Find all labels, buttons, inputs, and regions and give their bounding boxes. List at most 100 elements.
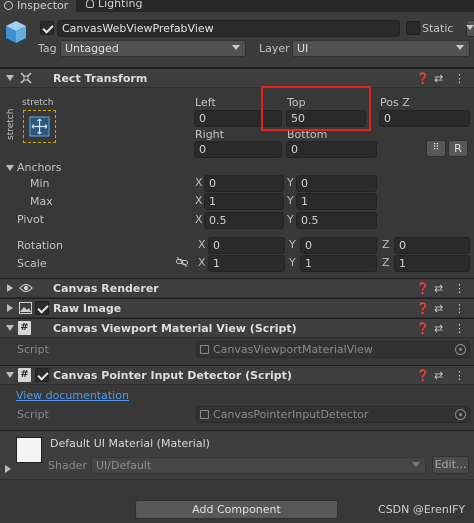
anchor-presets-button[interactable] bbox=[23, 110, 56, 143]
max-y-axis: Y bbox=[287, 194, 294, 207]
bulb-icon bbox=[86, 0, 94, 8]
foldout-open-icon[interactable] bbox=[6, 75, 14, 81]
scale-x-field[interactable]: 1 bbox=[208, 255, 285, 272]
foldout-open-icon[interactable] bbox=[6, 372, 14, 378]
canvas-renderer-title: Canvas Renderer bbox=[53, 282, 159, 295]
min-x-field[interactable]: 0 bbox=[204, 175, 284, 192]
pivot-y-axis: Y bbox=[287, 213, 294, 226]
preset-icon[interactable]: ⇄ bbox=[434, 322, 443, 336]
context-menu-icon[interactable]: ⋮ bbox=[454, 302, 465, 316]
pointer-script-value: CanvasPointerInputDetector bbox=[213, 408, 369, 421]
blueprint-mode-button[interactable]: ⠿ bbox=[426, 140, 446, 157]
max-y-field[interactable]: 1 bbox=[296, 193, 377, 210]
bottom-field[interactable]: 0 bbox=[286, 141, 377, 158]
material-foldout-icon[interactable] bbox=[5, 465, 11, 473]
pivot-y-field[interactable]: 0.5 bbox=[296, 212, 377, 229]
raw-edit-button[interactable]: R bbox=[448, 140, 468, 157]
foldout-closed-icon[interactable] bbox=[7, 304, 13, 312]
shader-dropdown[interactable]: UI/Default bbox=[91, 457, 426, 474]
add-component-button[interactable]: Add Component bbox=[135, 500, 338, 519]
edit-material-button[interactable]: Edit... bbox=[432, 456, 469, 474]
static-toggle[interactable] bbox=[406, 21, 420, 35]
canvas-renderer-header[interactable]: Canvas Renderer ❓ ⇄ ⋮ bbox=[0, 278, 474, 298]
rotation-x-field[interactable]: 0 bbox=[208, 237, 285, 254]
material-title: Default UI Material (Material) bbox=[50, 437, 210, 450]
viewport-script-field[interactable]: CanvasViewportMaterialView bbox=[196, 341, 470, 358]
help-icon[interactable]: ❓ bbox=[416, 282, 430, 296]
shader-label: Shader bbox=[48, 459, 87, 472]
foldout-open-icon[interactable] bbox=[6, 325, 14, 331]
right-field[interactable]: 0 bbox=[194, 141, 282, 158]
raw-image-enabled-toggle[interactable] bbox=[35, 301, 49, 315]
max-x-field[interactable]: 1 bbox=[204, 193, 284, 210]
preset-icon[interactable]: ⇄ bbox=[434, 72, 443, 86]
raw-image-header[interactable]: Raw Image ❓ ⇄ ⋮ bbox=[0, 298, 474, 318]
object-picker-icon[interactable] bbox=[455, 409, 466, 420]
view-documentation-link[interactable]: View documentation bbox=[16, 389, 129, 403]
tab-bar: Inspector Lighting bbox=[0, 0, 474, 12]
component-header-icons: ❓ ⇄ ⋮ bbox=[416, 369, 468, 383]
raw-image-title: Raw Image bbox=[53, 302, 122, 315]
constrain-proportions-icon[interactable] bbox=[176, 256, 188, 268]
image-icon bbox=[19, 302, 32, 314]
tab-inspector-label: Inspector bbox=[17, 0, 69, 12]
max-label: Max bbox=[30, 195, 53, 208]
preset-icon[interactable]: ⇄ bbox=[434, 369, 443, 383]
rect-transform-header[interactable]: Rect Transform ❓ ⇄ ⋮ bbox=[0, 68, 474, 88]
layer-value: UI bbox=[297, 42, 309, 55]
help-icon[interactable]: ❓ bbox=[416, 72, 430, 86]
eye-icon bbox=[19, 282, 33, 294]
layer-label: Layer bbox=[259, 42, 290, 55]
posz-field[interactable]: 0 bbox=[379, 110, 470, 127]
pivot-x-field[interactable]: 0.5 bbox=[204, 212, 284, 229]
pointer-input-header[interactable]: # Canvas Pointer Input Detector (Script)… bbox=[0, 365, 474, 385]
anchors-foldout-icon[interactable] bbox=[6, 165, 14, 171]
help-icon[interactable]: ❓ bbox=[416, 302, 430, 316]
context-menu-icon[interactable]: ⋮ bbox=[454, 72, 465, 86]
max-x-axis: X bbox=[195, 194, 203, 207]
context-menu-icon[interactable]: ⋮ bbox=[454, 369, 465, 383]
object-picker-icon[interactable] bbox=[455, 344, 466, 355]
top-field-highlight bbox=[261, 86, 371, 131]
watermark-text: CSDN @ErenIFY bbox=[378, 503, 466, 516]
anchor-stretch-icon bbox=[29, 116, 50, 137]
context-menu-icon[interactable]: ⋮ bbox=[454, 322, 465, 336]
scale-y-field[interactable]: 1 bbox=[300, 255, 377, 272]
static-label: Static bbox=[422, 22, 454, 35]
rotation-z-axis: Z bbox=[382, 238, 390, 251]
layer-dropdown[interactable]: UI bbox=[292, 40, 470, 57]
active-toggle[interactable] bbox=[40, 21, 54, 35]
component-header-icons: ❓ ⇄ ⋮ bbox=[416, 282, 468, 296]
scale-z-field[interactable]: 1 bbox=[394, 255, 470, 272]
scale-y-axis: Y bbox=[289, 256, 296, 269]
help-icon[interactable]: ❓ bbox=[416, 322, 430, 336]
preset-icon[interactable]: ⇄ bbox=[434, 282, 443, 296]
material-section: Default UI Material (Material) Shader UI… bbox=[0, 430, 474, 480]
script-hash-icon: # bbox=[18, 321, 31, 335]
pointer-input-enabled-toggle[interactable] bbox=[35, 368, 49, 382]
tab-lighting[interactable]: Lighting bbox=[86, 0, 142, 12]
static-dropdown[interactable] bbox=[466, 20, 474, 37]
pivot-x-axis: X bbox=[195, 213, 203, 226]
rect-transform-title: Rect Transform bbox=[53, 72, 148, 85]
rotation-z-field[interactable]: 0 bbox=[394, 237, 470, 254]
tab-inspector[interactable]: Inspector bbox=[0, 0, 77, 12]
tag-dropdown[interactable]: Untagged bbox=[60, 40, 246, 57]
min-x-axis: X bbox=[195, 176, 203, 189]
min-y-field[interactable]: 0 bbox=[296, 175, 377, 192]
context-menu-icon[interactable]: ⋮ bbox=[454, 282, 465, 296]
script-file-icon bbox=[200, 345, 209, 354]
rotation-label: Rotation bbox=[17, 239, 64, 252]
stretch-horizontal-label: stretch bbox=[22, 98, 54, 108]
viewport-material-header[interactable]: # Canvas Viewport Material View (Script)… bbox=[0, 318, 474, 338]
foldout-closed-icon[interactable] bbox=[7, 284, 13, 292]
preset-icon[interactable]: ⇄ bbox=[434, 302, 443, 316]
tab-lighting-label: Lighting bbox=[98, 0, 143, 10]
rotation-y-field[interactable]: 0 bbox=[300, 237, 377, 254]
help-icon[interactable]: ❓ bbox=[416, 369, 430, 383]
tag-value: Untagged bbox=[65, 42, 119, 55]
min-y-axis: Y bbox=[287, 176, 294, 189]
script-file-icon bbox=[200, 410, 209, 419]
gameobject-name-input[interactable]: CanvasWebViewPrefabView bbox=[57, 20, 400, 37]
pointer-script-field[interactable]: CanvasPointerInputDetector bbox=[196, 406, 470, 423]
